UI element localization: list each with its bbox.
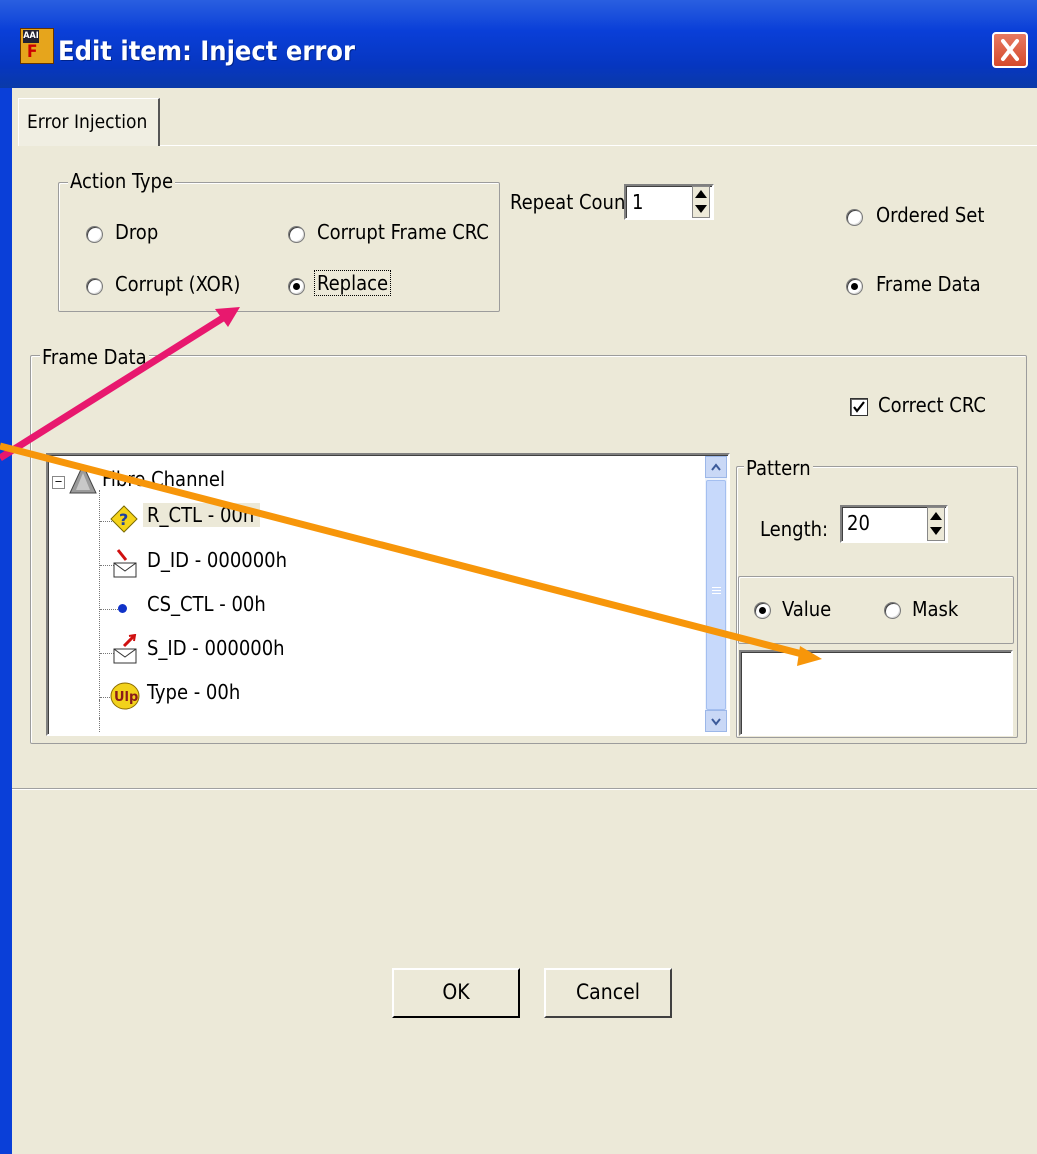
separator-highlight <box>12 789 1037 790</box>
cancel-button[interactable]: Cancel <box>544 968 672 1018</box>
ok-button[interactable]: OK <box>392 968 520 1018</box>
